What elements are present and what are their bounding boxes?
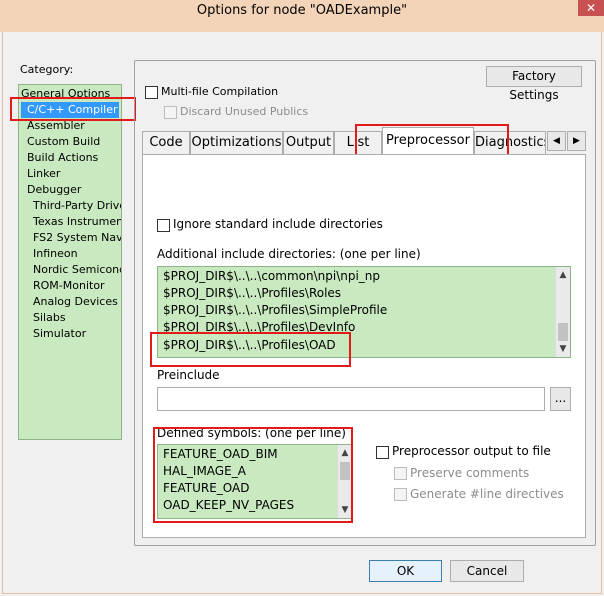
generate-line-label: Generate #line directives [410,487,564,501]
defined-symbols-textarea[interactable]: FEATURE_OAD_BIM HAL_IMAGE_A FEATURE_OAD … [157,444,353,519]
defined-symbols-label: Defined symbols: (one per line) [157,426,346,440]
category-item-fs2-system-navigator[interactable]: FS2 System Navigator [33,230,121,246]
scroll-down-icon[interactable]: ▼ [556,342,570,356]
scroll-up-icon[interactable]: ▲ [556,268,570,282]
preserve-comments-label: Preserve comments [410,466,530,480]
defined-symbol-item: FEATURE_OAD_BIM [163,447,278,461]
ok-button[interactable]: OK [369,560,442,582]
factory-settings-button[interactable]: Factory Settings [486,66,582,102]
tab-diagnostics[interactable]: Diagnostics [474,131,546,154]
preinclude-browse-button[interactable]: ... [550,387,571,411]
category-item-linker[interactable]: Linker [27,166,60,182]
category-label: Category: [20,63,74,76]
preserve-comments-checkbox [394,467,407,480]
category-item-infineon[interactable]: Infineon [33,246,78,262]
discard-unused-label: Discard Unused Publics [180,105,309,118]
defined-symbols-scrollbar[interactable]: ▲ ▼ [337,445,352,518]
category-item-custom-build[interactable]: Custom Build [27,134,100,150]
discard-unused-checkbox [164,106,177,119]
pp-output-label: Preprocessor output to file [392,444,551,458]
category-item-nordic-semiconductor[interactable]: Nordic Semiconductor [33,262,121,278]
multi-file-checkbox[interactable] [145,86,158,99]
category-item-assembler[interactable]: Assembler [27,118,85,134]
include-dir-item: $PROJ_DIR$\..\..\Profiles\SimpleProfile [163,303,388,317]
category-item-analog-devices[interactable]: Analog Devices [33,294,118,310]
category-item-simulator[interactable]: Simulator [33,326,86,342]
defined-symbol-item: HAL_IMAGE_A [163,464,246,478]
ignore-standard-label: Ignore standard include directories [173,217,383,231]
tab-preprocessor[interactable]: Preprocessor [382,127,474,155]
window-title: Options for node "OADExample" [196,3,408,18]
scroll-down-icon[interactable]: ▼ [338,503,352,517]
ignore-standard-checkbox[interactable] [157,219,170,232]
category-item-rom-monitor[interactable]: ROM-Monitor [33,278,105,294]
category-item-silabs[interactable]: Silabs [33,310,66,326]
include-dir-item: $PROJ_DIR$\..\..\Profiles\DevInfo [163,320,356,334]
close-icon[interactable]: ✕ [578,0,604,16]
scroll-up-icon[interactable]: ▲ [338,446,352,460]
include-dir-item: $PROJ_DIR$\..\..\Profiles\Roles [163,286,342,300]
category-item-c-compiler[interactable]: C/C++ Compiler [21,102,119,118]
preinclude-input[interactable] [157,387,545,411]
cancel-button[interactable]: Cancel [450,560,524,582]
tab-list[interactable]: List [334,131,382,154]
defined-symbol-item: OAD_KEEP_NV_PAGES [163,498,295,512]
generate-line-checkbox [394,488,407,501]
title-bar: Options for node "OADExample" ✕ [0,0,604,32]
tab-output[interactable]: Output [283,131,334,154]
include-dirs-textarea[interactable]: $PROJ_DIR$\..\..\common\npi\npi_np $PROJ… [157,266,571,358]
preinclude-label: Preinclude [157,368,220,382]
tab-scroll-left-icon[interactable]: ◀ [547,131,566,151]
pp-output-checkbox[interactable] [376,446,389,459]
tab-code[interactable]: Code [142,131,190,154]
tab-optimizations[interactable]: Optimizations [190,131,283,154]
category-item-general-options[interactable]: General Options [21,86,110,102]
tab-scroll-right-icon[interactable]: ▶ [567,131,586,151]
include-dirs-label: Additional include directories: (one per… [157,247,421,261]
category-item-third-party-driver[interactable]: Third-Party Driver [33,198,121,214]
include-dirs-scrollbar[interactable]: ▲ ▼ [555,267,570,357]
category-item-debugger[interactable]: Debugger [27,182,81,198]
category-item-build-actions[interactable]: Build Actions [27,150,98,166]
include-dir-item: $PROJ_DIR$\..\..\common\npi\npi_np [163,269,381,283]
category-item-texas-instruments[interactable]: Texas Instruments [33,214,121,230]
multi-file-label: Multi-file Compilation [161,85,279,98]
include-dir-item: $PROJ_DIR$\..\..\Profiles\OAD [163,338,336,352]
scroll-thumb[interactable] [340,462,350,480]
scroll-thumb[interactable] [558,323,568,341]
defined-symbol-item: FEATURE_OAD [163,481,250,495]
category-list[interactable]: General Options C/C++ Compiler Assembler… [18,84,122,440]
